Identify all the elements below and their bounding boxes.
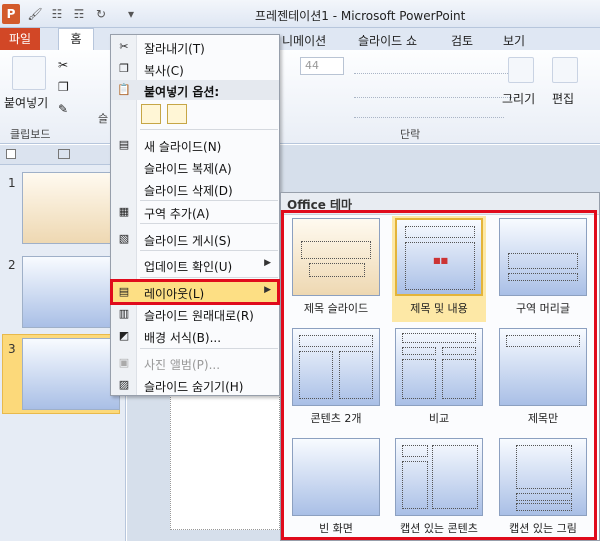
- menu-item-photo-album: ▣ 사진 앨범(P)...: [111, 352, 279, 374]
- menu-separator: [140, 348, 278, 349]
- paste-icon: 📋: [117, 83, 131, 96]
- paste-keep-source-icon[interactable]: [141, 104, 161, 124]
- menu-item-duplicate-slide[interactable]: 슬라이드 복제(A): [111, 156, 279, 178]
- menu-item-paste-options: 📋 붙여넣기 옵션:: [117, 83, 220, 99]
- new-slide-icon: ▤: [118, 138, 130, 151]
- photo-album-icon: ▣: [118, 356, 130, 369]
- paste-as-picture-icon[interactable]: [167, 104, 187, 124]
- menu-item-hide-slide[interactable]: ▨ 슬라이드 숨기기(H): [111, 374, 279, 396]
- slide-number-2: 2: [8, 258, 16, 272]
- paragraph-row-1: [354, 58, 514, 74]
- menu-item-add-section[interactable]: ▦ 구역 추가(A): [111, 201, 279, 223]
- tab-view[interactable]: 보기: [503, 32, 525, 49]
- editing-button[interactable]: 편집: [552, 90, 574, 107]
- menu-item-copy[interactable]: ❐ 복사(C): [111, 58, 279, 80]
- submenu-arrow-icon: ▶: [264, 258, 271, 268]
- menu-separator: [140, 129, 278, 130]
- tab-review[interactable]: 검토: [451, 32, 473, 49]
- slides-tab-icon[interactable]: [6, 149, 16, 159]
- undo-icon[interactable]: ☷: [48, 6, 66, 22]
- menu-separator: [140, 250, 278, 251]
- layout-item-red-outline: [110, 279, 280, 305]
- customize-qat-icon[interactable]: ▾: [122, 6, 140, 22]
- slide-thumbnail-1[interactable]: [22, 172, 120, 244]
- publish-icon: ▧: [118, 232, 130, 245]
- menu-item-publish-slides[interactable]: ▧ 슬라이드 게시(S): [111, 228, 279, 250]
- drawing-button[interactable]: 그리기: [502, 90, 535, 107]
- menu-separator: [140, 277, 278, 278]
- menu-item-check-updates[interactable]: 업데이트 확인(U) ▶: [111, 254, 279, 276]
- layout-gallery-red-outline: [281, 210, 597, 540]
- copy-ribbon-icon[interactable]: ❐: [58, 80, 69, 94]
- outline-tab-icon[interactable]: [58, 149, 70, 159]
- copy-icon: ❐: [119, 62, 129, 75]
- tab-home[interactable]: 홈: [58, 28, 94, 50]
- menu-item-cut[interactable]: ✂ 잘라내기(T): [111, 36, 279, 58]
- shapes-icon[interactable]: [508, 57, 534, 83]
- slide-thumbnail-3[interactable]: [22, 338, 120, 410]
- slide-number-3: 3: [8, 342, 16, 356]
- cut-icon[interactable]: ✂: [58, 58, 68, 72]
- paragraph-row-3: [354, 104, 504, 118]
- menu-item-format-background[interactable]: ◩ 배경 서식(B)...: [111, 325, 279, 347]
- menu-item-new-slide[interactable]: ▤ 새 슬라이드(N): [111, 134, 279, 156]
- paragraph-group-label: 단락: [400, 128, 421, 141]
- scissors-icon: ✂: [119, 40, 129, 53]
- reset-icon: ▥: [118, 307, 130, 320]
- tab-animations[interactable]: 니메이션: [282, 32, 326, 49]
- slide-thumbnail-2[interactable]: [22, 256, 120, 328]
- repeat-icon[interactable]: ↻: [92, 6, 110, 22]
- tab-slideshow[interactable]: 슬라이드 쇼: [358, 32, 417, 49]
- slide-number-1: 1: [8, 176, 16, 190]
- slides-group-label: 슬: [98, 112, 109, 125]
- binoculars-icon[interactable]: [552, 57, 578, 83]
- save-icon[interactable]: 🖌: [26, 6, 44, 22]
- format-painter-icon[interactable]: ✎: [58, 102, 68, 116]
- tab-file[interactable]: 파일: [0, 28, 40, 50]
- hide-slide-icon: ▨: [118, 378, 130, 391]
- section-icon: ▦: [118, 205, 130, 218]
- background-icon: ◩: [118, 329, 130, 342]
- menu-item-delete-slide[interactable]: 슬라이드 삭제(D): [111, 178, 279, 200]
- paragraph-row-2: [354, 82, 514, 98]
- font-size-box[interactable]: 44: [300, 57, 344, 75]
- menu-item-reset-slide[interactable]: ▥ 슬라이드 원래대로(R): [111, 303, 279, 325]
- powerpoint-logo-icon[interactable]: P: [2, 4, 20, 24]
- paste-big-icon[interactable]: [12, 56, 46, 90]
- redo-icon[interactable]: ☶: [70, 6, 88, 22]
- paste-button[interactable]: 붙여넣기: [4, 94, 48, 111]
- menu-separator: [140, 223, 278, 224]
- window-title: 프레젠테이션1 - Microsoft PowerPoint: [255, 9, 466, 23]
- clipboard-group-label: 클립보드: [10, 128, 51, 141]
